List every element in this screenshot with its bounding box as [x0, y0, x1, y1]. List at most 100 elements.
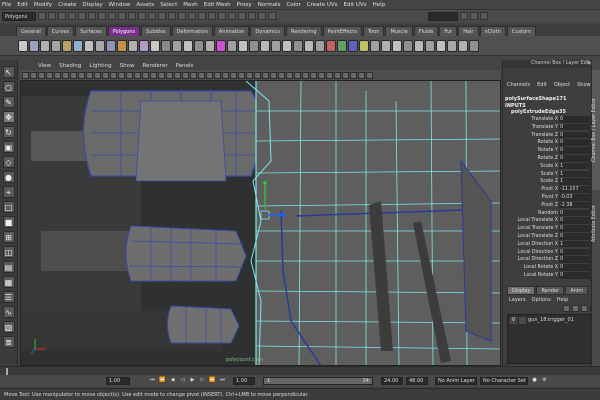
shelf-tab-hair[interactable]: Hair: [458, 26, 479, 36]
menu-edit-uvs[interactable]: Edit UVs: [344, 2, 367, 8]
shelf-tool-icon[interactable]: [161, 39, 171, 52]
character-set-selector[interactable]: No Character Set: [480, 376, 528, 385]
four-view-layout-icon[interactable]: ⊞: [2, 231, 15, 243]
rotate-tool-icon[interactable]: ↻: [2, 126, 15, 138]
panel-toolbar-icon[interactable]: [150, 71, 157, 79]
panel-toolbar-icon[interactable]: [54, 71, 61, 79]
step-forward-key-icon[interactable]: ▷: [199, 377, 206, 384]
shelf-tab-curves[interactable]: Curves: [46, 26, 75, 36]
single-perspective-layout-icon[interactable]: ■: [2, 216, 15, 228]
channel-menu-object[interactable]: Object: [554, 82, 570, 88]
start-time-field[interactable]: 1.00: [106, 376, 130, 385]
menu-mesh[interactable]: Mesh: [183, 2, 197, 8]
select-dynamic-icon[interactable]: [148, 12, 156, 20]
menu-normals[interactable]: Normals: [258, 2, 281, 8]
select-joint-icon[interactable]: [108, 12, 116, 20]
select-render-icon[interactable]: [158, 12, 166, 20]
preferences-icon[interactable]: ⚙: [541, 377, 548, 384]
shelf-tool-icon[interactable]: [84, 39, 94, 52]
channel-row[interactable]: Local Direction Y0: [503, 248, 595, 257]
play-backwards-icon[interactable]: ◁: [179, 377, 186, 384]
shelf-tab-surfaces[interactable]: Surfaces: [75, 26, 107, 36]
select-deform-icon[interactable]: [138, 12, 146, 20]
panel-toolbar-icon[interactable]: [38, 71, 45, 79]
panel-toolbar-icon[interactable]: [158, 71, 165, 79]
shelf-tab-deformation[interactable]: Deformation: [171, 26, 213, 36]
input-line-field[interactable]: [428, 11, 458, 21]
menu-create-uvs[interactable]: Create UVs: [307, 2, 338, 8]
shelf-tool-icon[interactable]: [150, 39, 160, 52]
panel-toolbar-icon[interactable]: [262, 71, 269, 79]
end-time-field[interactable]: 48.00: [406, 376, 428, 385]
menu-set-selector[interactable]: Polygons: [2, 11, 36, 21]
panel-toolbar-icon[interactable]: [166, 71, 173, 79]
shelf-tool-icon[interactable]: [249, 39, 259, 52]
shelf-tab-custom[interactable]: Custom: [506, 26, 536, 36]
auto-key-icon[interactable]: ●: [531, 377, 538, 384]
shelf-tool-icon[interactable]: [95, 39, 105, 52]
shelf-tool-icon[interactable]: [40, 39, 50, 52]
shelf-tool-icon[interactable]: [183, 39, 193, 52]
shelf-tab-fur[interactable]: Fur: [439, 26, 458, 36]
playback-end-field[interactable]: 24.00: [381, 376, 403, 385]
panel-toolbar-icon[interactable]: [206, 71, 213, 79]
shelf-tool-icon[interactable]: [436, 39, 446, 52]
channel-row[interactable]: Local Rotate Y0: [503, 272, 595, 280]
shelf-tool-icon[interactable]: [139, 39, 149, 52]
universal-manipulator-icon[interactable]: ◇: [2, 156, 15, 168]
panel-toolbar-icon[interactable]: [22, 71, 29, 79]
menu-edit[interactable]: Edit: [17, 2, 28, 8]
channel-row[interactable]: Scale Y1: [503, 170, 595, 179]
snap-view-plane-icon[interactable]: [218, 12, 226, 20]
channel-row[interactable]: Local Rotate X0: [503, 264, 595, 272]
layer-tab-render[interactable]: Render: [536, 286, 565, 295]
show-channel-box-icon[interactable]: [470, 12, 478, 20]
step-back-key-icon[interactable]: ◀: [169, 377, 176, 384]
shelf-tool-icon[interactable]: [106, 39, 116, 52]
open-scene-icon[interactable]: [48, 12, 56, 20]
shelf-tool-icon[interactable]: [304, 39, 314, 52]
playback-start-field[interactable]: 1.00: [233, 376, 255, 385]
panel-toolbar-icon[interactable]: [30, 71, 37, 79]
step-forward-icon[interactable]: ⏩: [209, 377, 216, 384]
shelf-tab-toon[interactable]: Toon: [362, 26, 385, 36]
layer-tab-anim[interactable]: Anim: [565, 286, 589, 295]
last-tool-icon[interactable]: □: [2, 201, 15, 213]
shelf-tool-icon[interactable]: [315, 39, 325, 52]
panel-toolbar-icon[interactable]: [342, 71, 349, 79]
menu-help[interactable]: Help: [373, 2, 386, 8]
shelf-tool-icon[interactable]: [62, 39, 72, 52]
channel-row[interactable]: Random 0: [503, 209, 595, 218]
panel-toolbar-icon[interactable]: [198, 71, 205, 79]
panel-toolbar-icon[interactable]: [94, 71, 101, 79]
range-slider[interactable]: 1 24: [263, 376, 373, 385]
panel-toolbar-icon[interactable]: [366, 71, 373, 79]
shelf-tool-icon[interactable]: [381, 39, 391, 52]
panel-toolbar-icon[interactable]: [118, 71, 125, 79]
shelf-tool-icon[interactable]: [194, 39, 204, 52]
select-misc-icon[interactable]: [168, 12, 176, 20]
layer-menu-help[interactable]: Help: [557, 296, 568, 304]
menu-modify[interactable]: Modify: [34, 2, 52, 8]
channel-row[interactable]: Local Translate Z0: [503, 233, 595, 241]
panel-toolbar-icon[interactable]: [238, 71, 245, 79]
layer-menu-layers[interactable]: Layers: [509, 296, 526, 304]
panel-menu-shading[interactable]: Shading: [59, 63, 81, 69]
shelf-tool-icon[interactable]: [414, 39, 424, 52]
channel-menu-channels[interactable]: Channels: [507, 82, 530, 88]
shelf-tool-icon[interactable]: [403, 39, 413, 52]
panel-toolbar-icon[interactable]: [174, 71, 181, 79]
layer-row[interactable]: V gun_18:trigger_01: [508, 315, 594, 325]
channel-row[interactable]: Scale X1: [503, 162, 595, 171]
shelf-tab-ncloth[interactable]: nCloth: [479, 26, 506, 36]
panel-toolbar-icon[interactable]: [334, 71, 341, 79]
lock-selection-icon[interactable]: [178, 12, 186, 20]
panel-menu-renderer[interactable]: Renderer: [142, 63, 167, 69]
move-layer-up-icon[interactable]: [563, 305, 570, 312]
tab-channel-box[interactable]: Channel Box / Layer Editor: [592, 70, 600, 190]
snap-curve-icon[interactable]: [198, 12, 206, 20]
uv-editor-layout-icon[interactable]: ▧: [2, 321, 15, 333]
layer-menu-options[interactable]: Options: [532, 296, 551, 304]
shelf-tab-rendering[interactable]: Rendering: [286, 26, 322, 36]
shelf-tool-icon[interactable]: [469, 39, 479, 52]
